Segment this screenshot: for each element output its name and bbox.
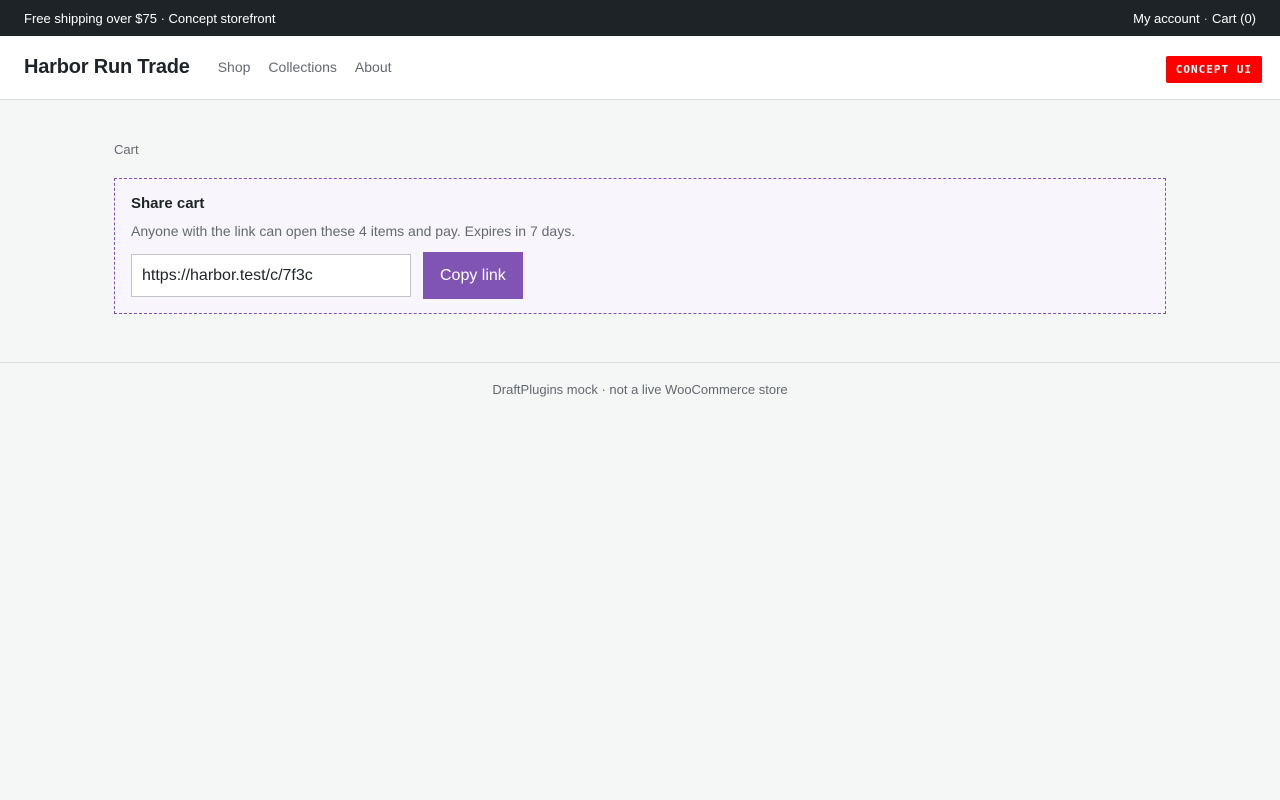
nav-item-about[interactable]: About	[355, 59, 392, 75]
main-nav: Shop Collections About	[218, 59, 392, 75]
link-separator: ·	[1203, 10, 1208, 26]
site-header: Harbor Run Trade Shop Collections About …	[0, 36, 1280, 100]
promo-text: Free shipping over $75 · Concept storefr…	[24, 10, 276, 26]
breadcrumb: Cart	[114, 142, 139, 157]
share-cart-title: Share cart	[131, 195, 205, 212]
site-brand[interactable]: Harbor Run Trade	[24, 56, 190, 79]
top-bar: Free shipping over $75 · Concept storefr…	[0, 0, 1280, 36]
site-footer: DraftPlugins mock · not a live WooCommer…	[0, 362, 1280, 397]
share-cart-panel: Share cart Anyone with the link can open…	[114, 178, 1166, 314]
copy-link-button[interactable]: Copy link	[423, 252, 523, 299]
main-content: Cart Share cart Anyone with the link can…	[0, 100, 1280, 362]
cart-link[interactable]: Cart (0)	[1212, 11, 1256, 26]
my-account-link[interactable]: My account	[1133, 11, 1199, 26]
footer-text: DraftPlugins mock · not a live WooCommer…	[492, 382, 788, 397]
share-cart-description: Anyone with the link can open these 4 it…	[131, 223, 576, 239]
share-link-input[interactable]	[131, 254, 411, 297]
account-links: My account · Cart (0)	[1133, 11, 1256, 26]
share-link-row: Copy link	[131, 252, 1149, 299]
nav-item-shop[interactable]: Shop	[218, 59, 251, 75]
concept-ui-badge: CONCEPT UI	[1165, 56, 1262, 83]
nav-item-collections[interactable]: Collections	[268, 59, 336, 75]
